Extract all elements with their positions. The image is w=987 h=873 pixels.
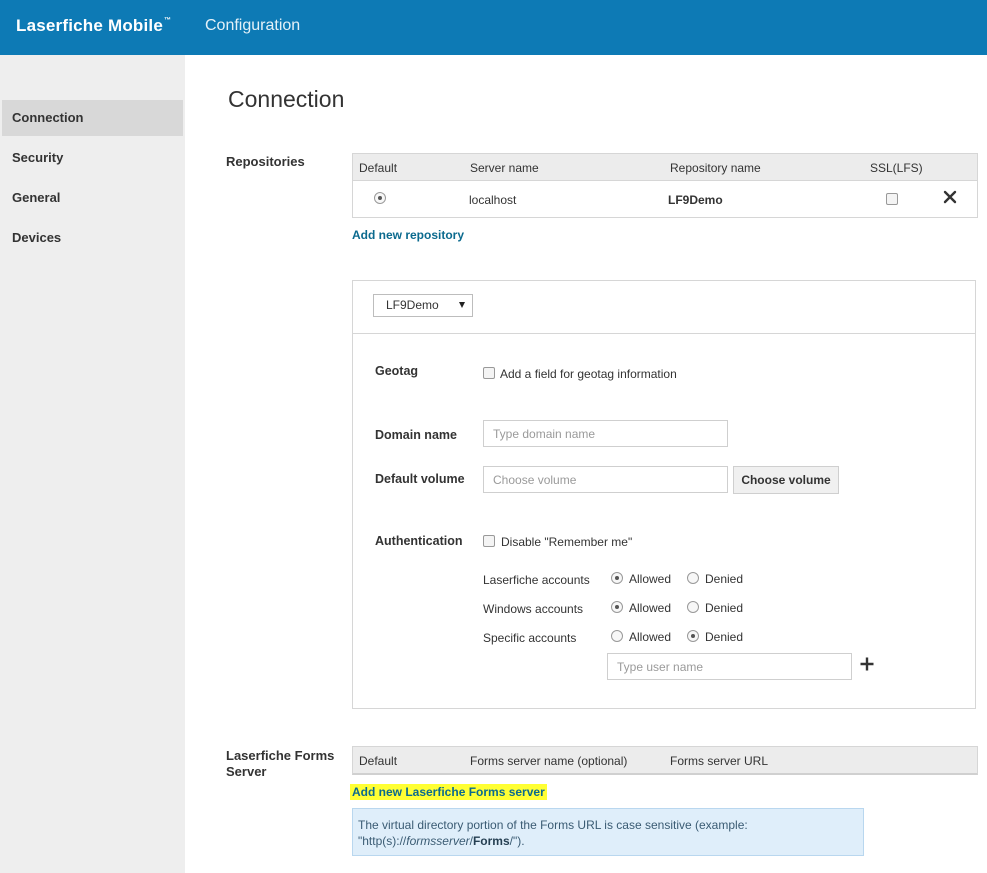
laserfiche-accounts-allowed-radio[interactable]	[611, 572, 623, 584]
repository-settings-panel	[352, 280, 976, 709]
geotag-checkbox-label: Add a field for geotag information	[500, 367, 677, 381]
column-header-default: Default	[359, 161, 398, 175]
info-text-bold: Forms	[472, 834, 510, 848]
server-name-cell: localhost	[469, 193, 517, 207]
column-header-default: Default	[359, 754, 398, 768]
sidebar-item-security[interactable]: Security	[2, 140, 183, 176]
info-text-suffix: /").	[509, 834, 525, 848]
windows-accounts-denied-radio[interactable]	[687, 601, 699, 613]
forms-server-label-line1: Laserfiche Forms	[226, 748, 335, 763]
specific-accounts-allowed-radio[interactable]	[611, 630, 623, 642]
domain-name-input[interactable]	[483, 420, 728, 447]
forms-url-info-box: The virtual directory portion of the For…	[352, 808, 864, 856]
forms-server-table-header: Default Forms server name (optional) For…	[352, 746, 978, 775]
top-bar: Laserfiche Mobile™ Configuration	[0, 0, 987, 55]
page-title: Connection	[228, 86, 345, 112]
geotag-label: Geotag	[375, 364, 419, 378]
trademark-mark: ™	[164, 17, 172, 24]
info-text-prefix: "http(s)://	[358, 834, 407, 848]
repository-select[interactable]: LF9Demo	[373, 294, 473, 317]
specific-accounts-denied-radio[interactable]	[687, 630, 699, 642]
laserfiche-accounts-allowed-label: Allowed	[629, 572, 672, 586]
remember-me-label: Disable "Remember me"	[501, 535, 633, 549]
choose-volume-button[interactable]: Choose volume	[733, 466, 839, 494]
add-forms-server-link[interactable]: Add new Laserfiche Forms server	[350, 784, 547, 800]
default-volume-input[interactable]	[483, 466, 728, 493]
column-header-forms-server-name: Forms server name (optional)	[470, 754, 628, 768]
ssl-checkbox[interactable]	[886, 193, 898, 205]
column-header-ssl: SSL(LFS)	[870, 161, 923, 175]
add-repository-link[interactable]: Add new repository	[352, 228, 464, 242]
windows-accounts-allowed-label: Allowed	[629, 601, 672, 615]
sidebar-item-devices[interactable]: Devices	[2, 220, 183, 256]
info-text-italic: formsserver	[406, 834, 470, 848]
default-repository-radio[interactable]	[374, 192, 386, 204]
table-header: Default Server name Repository name SSL(…	[353, 154, 977, 181]
remember-me-checkbox[interactable]	[483, 535, 495, 547]
plus-icon[interactable]	[859, 656, 875, 672]
laserfiche-accounts-label: Laserfiche accounts	[483, 573, 590, 587]
laserfiche-accounts-denied-radio[interactable]	[687, 572, 699, 584]
column-header-forms-server-url: Forms server URL	[670, 754, 769, 768]
windows-accounts-label: Windows accounts	[483, 602, 584, 616]
panel-divider	[353, 333, 975, 334]
default-volume-label: Default volume	[375, 472, 465, 486]
repositories-label: Repositories	[226, 154, 305, 169]
close-icon[interactable]	[943, 190, 957, 204]
specific-accounts-denied-label: Denied	[705, 630, 744, 644]
app-logo[interactable]: Laserfiche Mobile™	[16, 16, 171, 36]
geotag-checkbox[interactable]	[483, 367, 495, 379]
info-text-line1: The virtual directory portion of the For…	[358, 818, 748, 832]
section-title: Configuration	[205, 17, 301, 34]
repository-name-cell: LF9Demo	[668, 193, 723, 207]
laserfiche-accounts-denied-label: Denied	[705, 572, 744, 586]
column-header-server-name: Server name	[470, 161, 539, 175]
specific-accounts-label: Specific accounts	[483, 631, 577, 645]
chevron-down-icon	[459, 302, 465, 308]
domain-name-label: Domain name	[375, 428, 457, 442]
windows-accounts-denied-label: Denied	[705, 601, 744, 615]
app-name: Laserfiche Mobile	[16, 16, 163, 35]
sidebar-item-general[interactable]: General	[2, 180, 183, 216]
column-header-repository-name: Repository name	[670, 161, 761, 175]
repository-select-value: LF9Demo	[386, 298, 439, 312]
forms-server-label: Laserfiche Forms Server	[226, 748, 334, 780]
specific-accounts-allowed-label: Allowed	[629, 630, 672, 644]
authentication-label: Authentication	[375, 534, 463, 548]
sidebar: Connection Security General Devices	[0, 55, 185, 873]
repositories-table: Default Server name Repository name SSL(…	[352, 153, 978, 218]
windows-accounts-allowed-radio[interactable]	[611, 601, 623, 613]
user-name-input[interactable]	[607, 653, 852, 680]
sidebar-item-connection[interactable]: Connection	[2, 100, 183, 136]
forms-server-label-line2: Server	[226, 764, 267, 779]
